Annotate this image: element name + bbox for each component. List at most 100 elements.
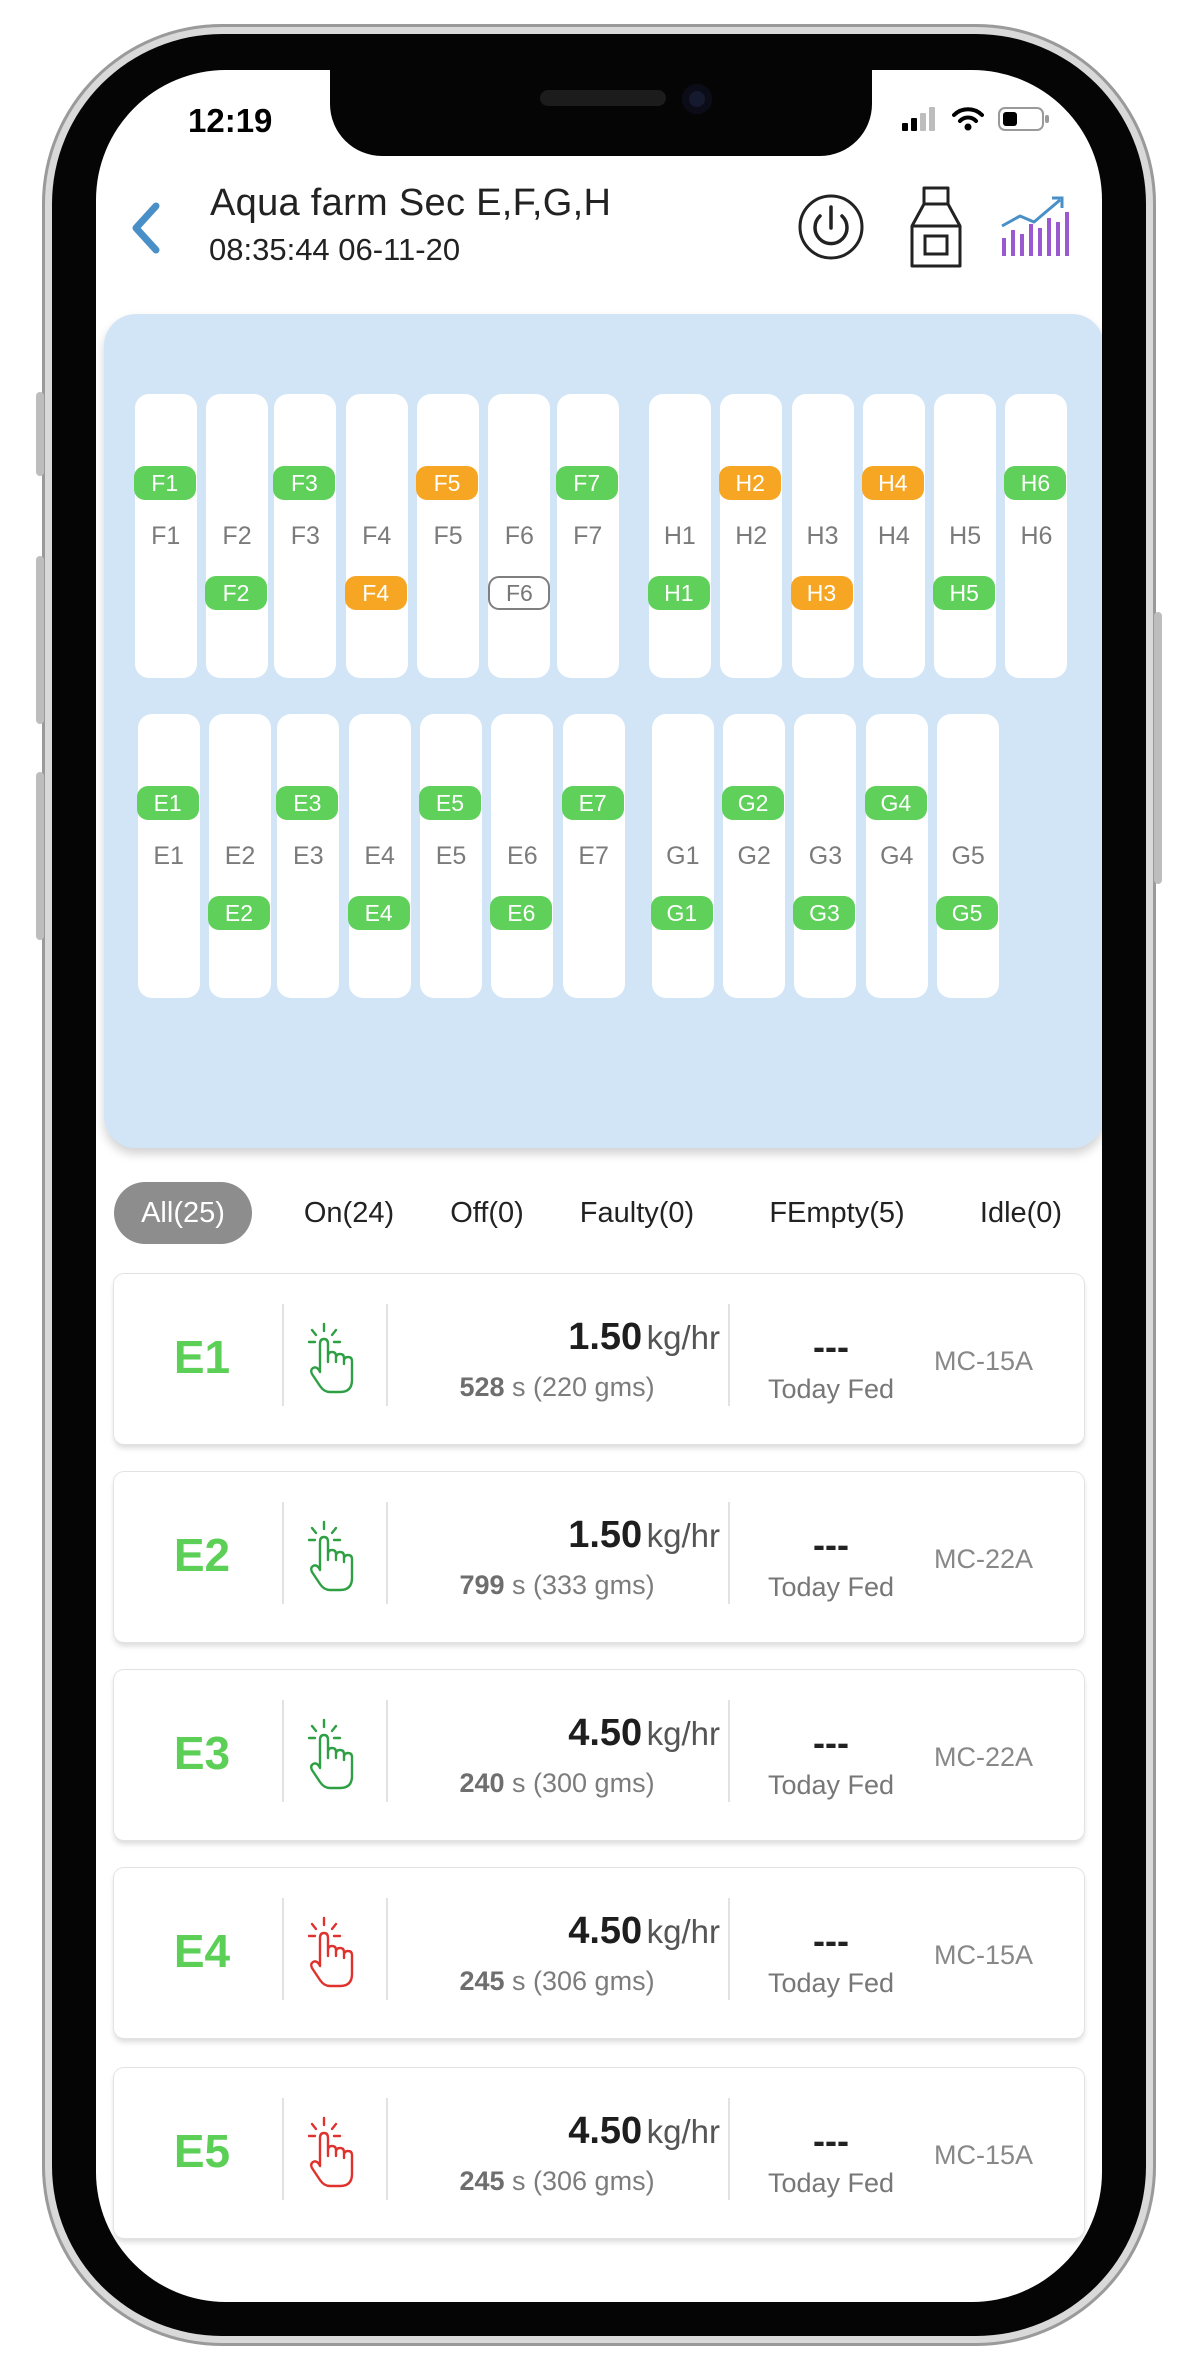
- lane-label: H1: [663, 522, 696, 550]
- feeder-model: MC-15A: [934, 1346, 1034, 1376]
- feed-detail: s (300 gms): [512, 1768, 655, 1798]
- lane-label: H6: [1020, 522, 1053, 550]
- lane-label: H5: [949, 522, 982, 550]
- feeder-chip-f5[interactable]: F5: [416, 466, 479, 500]
- tap-feed-icon[interactable]: [304, 1716, 364, 1797]
- feeder-chip-g3[interactable]: G3: [793, 896, 856, 930]
- lane-label: G2: [737, 842, 771, 870]
- today-fed-value: ---: [813, 1326, 849, 1367]
- today-fed-value: ---: [813, 1524, 849, 1565]
- feeder-card[interactable]: E4 4.50 kg/hr 245 s (306 gms) --- Today Fed M…: [114, 1868, 1084, 2038]
- feeder-model: MC-15A: [934, 2140, 1034, 2170]
- feeder-name: E5: [173, 2125, 231, 2177]
- feeder-chip-h5[interactable]: H5: [933, 576, 996, 610]
- feed-rate-value: 1.50: [568, 1316, 643, 1358]
- tab-idle[interactable]: Idle(0): [958, 1182, 1084, 1244]
- feeder-chip-g2[interactable]: G2: [722, 786, 785, 820]
- tab-faulty[interactable]: Faulty(0): [568, 1182, 706, 1244]
- tap-feed-icon[interactable]: [304, 1320, 364, 1401]
- power-toggle-button[interactable]: [796, 192, 866, 267]
- bar-chart-trend-icon: [1001, 196, 1069, 256]
- divider: [282, 1700, 284, 1802]
- feeder-chip-e3[interactable]: E3: [276, 786, 339, 820]
- feed-duration: 245 s (306 gms): [394, 2166, 720, 2197]
- feed-duration: 240 s (300 gms): [394, 1768, 720, 1799]
- lane-label: G1: [666, 842, 700, 870]
- lane-label: E7: [578, 842, 609, 870]
- feeder-chip-f1[interactable]: F1: [133, 466, 196, 500]
- feeder-chip-e5[interactable]: E5: [419, 786, 481, 820]
- lane-label: G3: [808, 842, 843, 870]
- today-fed-value: ---: [813, 2120, 849, 2161]
- notch: [330, 70, 872, 156]
- feeder-chip-g1[interactable]: G1: [650, 896, 713, 930]
- chevron-left-icon: [132, 202, 160, 254]
- feeder-chip-f4[interactable]: F4: [344, 576, 407, 610]
- power-icon: [798, 194, 864, 260]
- feeder-chip-e7[interactable]: E7: [561, 786, 624, 820]
- feed-rate: 4.50 kg/hr: [394, 1910, 720, 1953]
- lane-label: F6: [504, 522, 534, 550]
- feeder-chip-f3[interactable]: F3: [273, 466, 336, 500]
- lane-label: F7: [573, 522, 603, 550]
- feed-rate-value: 4.50: [568, 1910, 643, 1952]
- feed-rate-value: 4.50: [568, 2110, 643, 2152]
- feed-rate: 4.50 kg/hr: [394, 2110, 720, 2153]
- volume-up-button: [36, 556, 44, 724]
- feeder-chip-e2[interactable]: E2: [207, 896, 270, 930]
- lane-label: F5: [433, 522, 463, 550]
- tab-off[interactable]: Off(0): [428, 1182, 546, 1244]
- feeder-chip-h6[interactable]: H6: [1004, 466, 1067, 500]
- feed-rate-value: 1.50: [568, 1514, 643, 1556]
- lane-label: G4: [880, 842, 914, 870]
- pond-map: F1 F1 F2 F2 F3 F3 F4 F4 F5 F5 F6 F6 F7 F7 H1 H1 H2 H2 H3 H3…: [104, 314, 1102, 1148]
- tap-feed-icon[interactable]: [304, 2114, 364, 2195]
- status-icons: [902, 106, 1050, 132]
- lane-label: F4: [362, 522, 392, 550]
- feeder-chip-e4[interactable]: E4: [347, 896, 410, 930]
- feed-bag-button[interactable]: [908, 184, 964, 275]
- feed-rate: 1.50 kg/hr: [394, 1514, 720, 1557]
- divider: [386, 1502, 388, 1604]
- feeder-chip-e1[interactable]: E1: [136, 786, 199, 820]
- feeder-card[interactable]: E3 4.50 kg/hr 240 s (300 gms) --- Today Fed M…: [114, 1670, 1084, 1840]
- tab-on[interactable]: On(24): [280, 1182, 418, 1244]
- battery-icon: [998, 107, 1049, 131]
- feeder-chip-f7[interactable]: F7: [555, 466, 618, 500]
- tap-feed-icon[interactable]: [304, 1518, 364, 1599]
- feeder-chip-g4[interactable]: G4: [864, 786, 927, 820]
- back-button[interactable]: [126, 198, 166, 258]
- feeder-chip-h2[interactable]: H2: [719, 466, 782, 500]
- analytics-button[interactable]: [998, 192, 1074, 263]
- tab-all[interactable]: All(25): [114, 1182, 252, 1244]
- feed-detail: s (306 gms): [512, 2166, 655, 2196]
- lane-label: E5: [435, 842, 467, 870]
- divider: [386, 1898, 388, 2000]
- feed-detail: s (333 gms): [512, 1570, 655, 1600]
- feeder-chip-f2[interactable]: F2: [205, 576, 268, 610]
- tab-fempty[interactable]: FEmpty(5): [752, 1182, 922, 1244]
- divider: [386, 2098, 388, 2200]
- feeder-chip-f6[interactable]: F6: [488, 576, 551, 610]
- feeder-card[interactable]: E2 1.50 kg/hr 799 s (333 gms) --- Today Fed M…: [114, 1472, 1084, 1642]
- feeder-chip-h4[interactable]: H4: [861, 466, 924, 500]
- divider: [728, 1898, 730, 2000]
- app-screen: 12:19 Aqua farm Sec E,F,G,H 08:35:44 06-…: [96, 70, 1102, 2302]
- feeder-chip-h1[interactable]: H1: [647, 576, 710, 610]
- power-button: [1154, 612, 1162, 884]
- feed-duration: 528 s (220 gms): [394, 1372, 720, 1403]
- feeder-chip-e6[interactable]: E6: [490, 896, 553, 930]
- feeder-chip-h3[interactable]: H3: [790, 576, 853, 610]
- divider: [282, 1898, 284, 2000]
- feeder-card[interactable]: E5 4.50 kg/hr 245 s (306 gms) --- Today Fed M…: [114, 2068, 1084, 2238]
- feed-seconds: 245: [459, 1966, 505, 1996]
- feeder-model: MC-22A: [934, 1544, 1034, 1574]
- page-title: Aqua farm Sec E,F,G,H: [210, 182, 612, 224]
- divider: [728, 1304, 730, 1406]
- feeder-chip-g5[interactable]: G5: [936, 896, 999, 930]
- feed-bag-icon: [910, 186, 962, 268]
- feeder-card[interactable]: E1 1.50 kg/hr 528 s (220 gms) --- Today Fed M…: [114, 1274, 1084, 1444]
- tap-feed-icon[interactable]: [304, 1914, 364, 1995]
- front-camera: [682, 84, 712, 114]
- wifi-icon: [952, 107, 984, 131]
